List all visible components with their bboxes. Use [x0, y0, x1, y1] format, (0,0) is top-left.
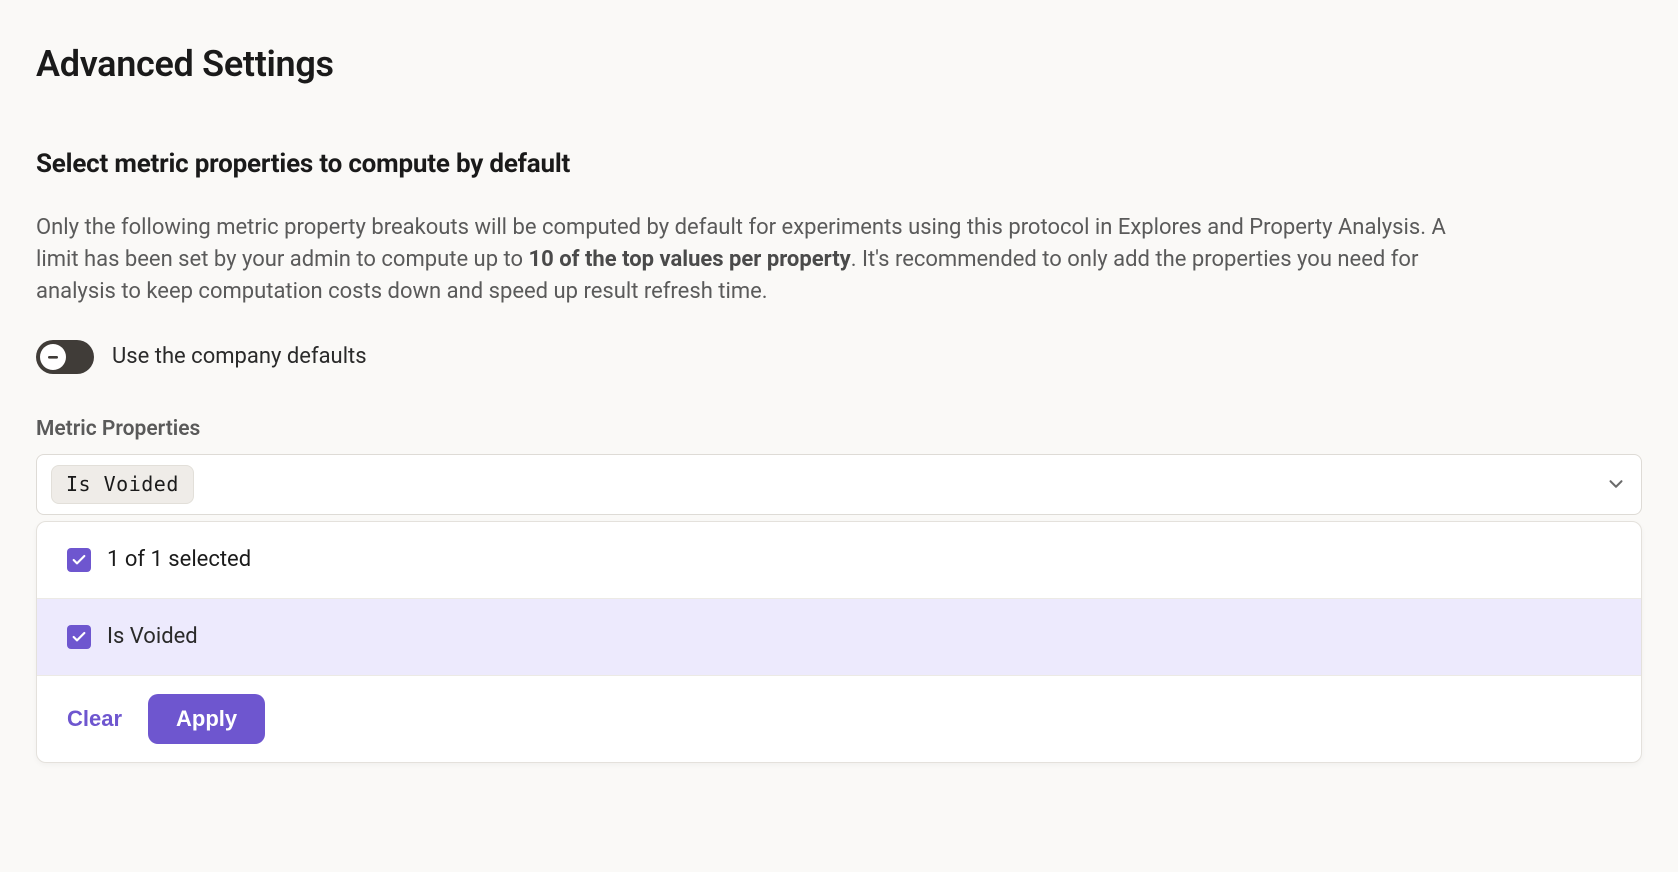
select-all-checkbox[interactable]: [67, 548, 91, 572]
page-title: Advanced Settings: [36, 38, 1642, 90]
option-checkbox[interactable]: [67, 625, 91, 649]
use-company-defaults-row: Use the company defaults: [36, 340, 1642, 374]
metric-properties-field: Metric Properties Is Voided 1 of 1 selec…: [36, 414, 1642, 763]
section-description: Only the following metric property break…: [36, 212, 1456, 308]
section-heading: Select metric properties to compute by d…: [36, 146, 1642, 184]
metric-properties-dropdown: 1 of 1 selected Is Voided Clear Apply: [36, 521, 1642, 763]
apply-button[interactable]: Apply: [148, 694, 265, 744]
metric-properties-label: Metric Properties: [36, 414, 1642, 444]
dropdown-select-all-row[interactable]: 1 of 1 selected: [37, 522, 1641, 599]
description-bold: 10 of the top values per property: [529, 247, 851, 272]
use-company-defaults-label: Use the company defaults: [112, 341, 367, 373]
use-company-defaults-toggle[interactable]: [36, 340, 94, 374]
clear-button[interactable]: Clear: [63, 696, 126, 742]
check-icon: [71, 629, 87, 645]
toggle-knob: [40, 344, 66, 370]
minus-icon: [46, 350, 60, 364]
dropdown-option-is-voided[interactable]: Is Voided: [37, 599, 1641, 675]
check-icon: [71, 552, 87, 568]
chevron-down-icon: [1605, 473, 1627, 495]
dropdown-footer: Clear Apply: [37, 675, 1641, 762]
selected-chip-is-voided[interactable]: Is Voided: [51, 465, 194, 504]
metric-properties-select[interactable]: Is Voided: [36, 454, 1642, 515]
option-label: Is Voided: [107, 621, 198, 653]
dropdown-summary-text: 1 of 1 selected: [107, 544, 251, 576]
